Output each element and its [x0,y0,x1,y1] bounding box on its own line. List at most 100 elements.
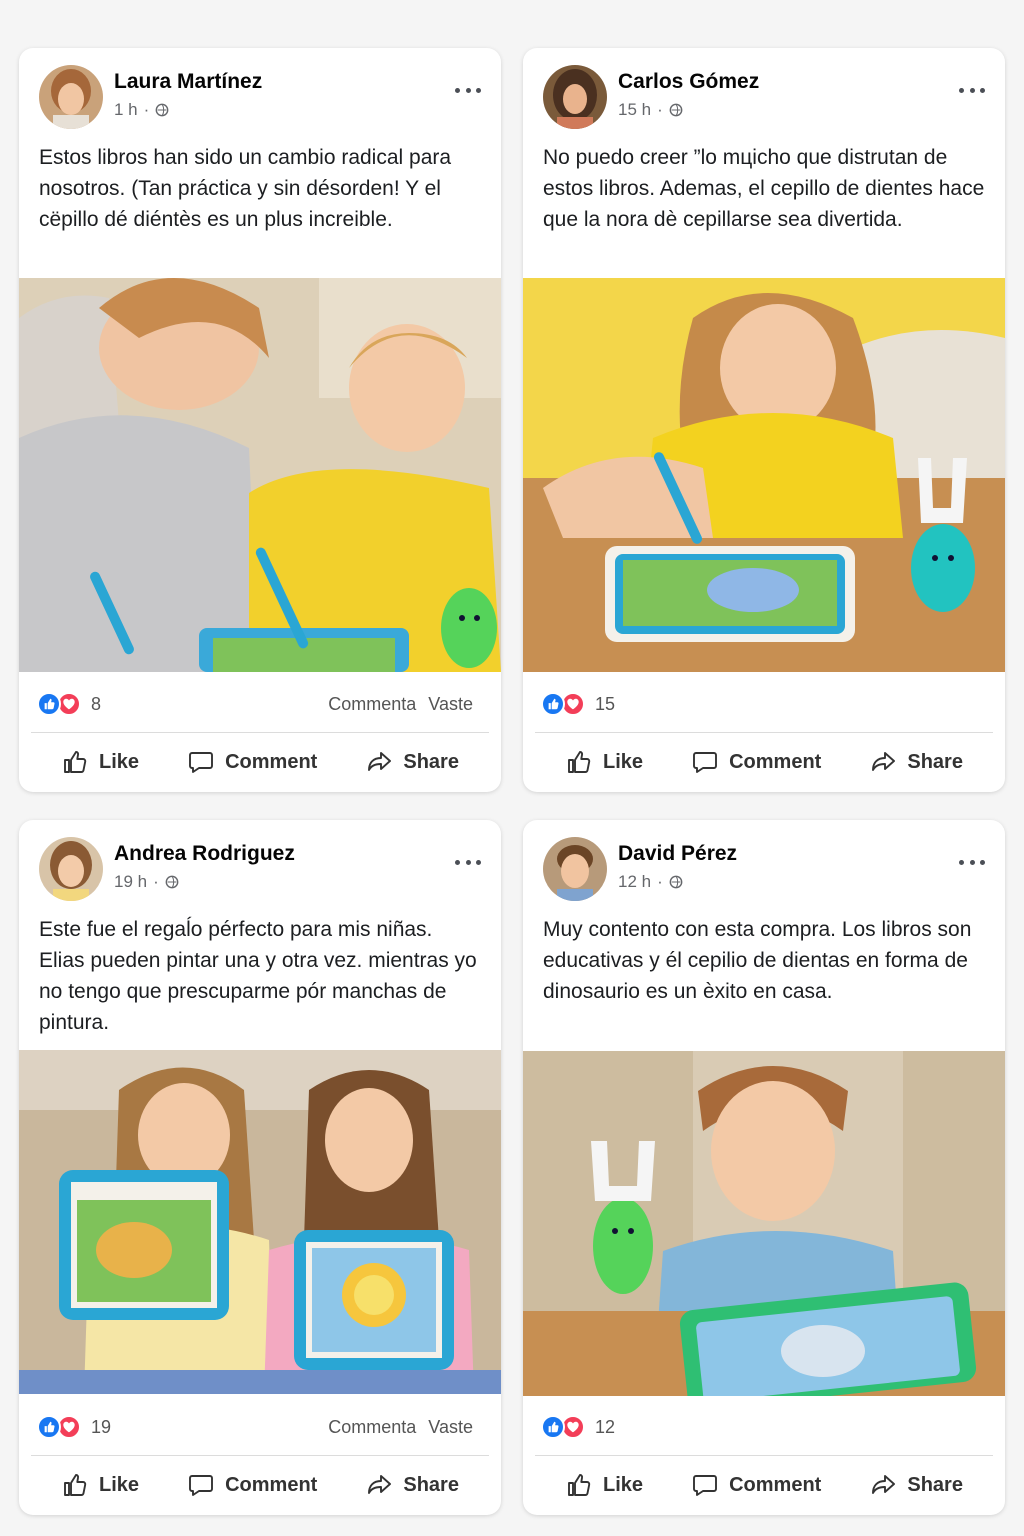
comment-count-link[interactable]: Commenta [328,1417,416,1438]
post-card: David Pérez 12 h · Muy contento con esta … [523,820,1005,1515]
reaction-count[interactable]: 15 [595,694,615,715]
like-label: Like [603,750,644,773]
comment-label: Comment [225,1473,318,1496]
post-actions: Like Comment Share [523,734,1005,790]
reaction-icons[interactable] [37,692,81,716]
reaction-count[interactable]: 12 [595,1417,615,1438]
post-meta: 12 h · [618,872,683,892]
share-label: Share [403,1473,459,1496]
avatar[interactable] [543,65,607,129]
post-meta: 1 h · [114,100,169,120]
avatar[interactable] [39,837,103,901]
divider [535,1455,993,1456]
avatar[interactable] [39,65,103,129]
more-options-button[interactable] [959,80,985,100]
post-card: Andrea Rodriguez 19 h · Este fue el regaĺ… [19,820,501,1515]
post-header: Andrea Rodriguez 19 h · [19,820,501,906]
like-label: Like [99,1473,140,1496]
post-header: David Pérez 12 h · [523,820,1005,906]
reaction-count[interactable]: 19 [91,1417,111,1438]
share-icon [368,1475,392,1494]
post-actions: Like Comment Share [19,1457,501,1513]
reaction-icons[interactable] [37,1415,81,1439]
like-button[interactable]: Like [61,748,139,776]
post-time[interactable]: 15 h [618,100,651,120]
reaction-stats: 12 [541,1412,977,1442]
reaction-stats: 8 Commenta Vaste [37,689,473,719]
like-reaction-icon [541,1415,565,1439]
like-button[interactable]: Like [565,748,643,776]
post-header: Laura Martínez 1 h · [19,48,501,134]
post-text: No puedo creer ”lo mцicho que distrutan … [543,146,985,231]
comment-icon [693,752,718,773]
post-time[interactable]: 1 h [114,100,138,120]
thumbs-up-icon [64,1474,87,1496]
globe-icon [155,103,169,117]
comment-button[interactable]: Comment [187,1471,317,1499]
reaction-stats: 19 Commenta Vaste [37,1412,473,1442]
comment-label: Comment [225,750,318,773]
reaction-count[interactable]: 8 [91,694,101,715]
like-button[interactable]: Like [61,1471,139,1499]
post-time[interactable]: 19 h [114,872,147,892]
thumbs-up-icon [568,751,591,773]
post-photo[interactable] [523,278,1005,672]
post-photo[interactable] [19,1050,501,1394]
comment-count-link[interactable]: Commenta [328,694,416,715]
share-button[interactable]: Share [365,748,459,776]
author-name[interactable]: David Pérez [618,842,737,866]
author-name[interactable]: Carlos Gómez [618,70,759,94]
post-text: Muy contento con esta compra. Los libros… [543,918,972,1003]
author-name[interactable]: Laura Martínez [114,70,262,94]
more-options-button[interactable] [959,852,985,872]
share-button[interactable]: Share [869,1471,963,1499]
post-text: Estos libros han sido un cambio radical … [39,146,452,231]
post-header: Carlos Gómez 15 h · [523,48,1005,134]
avatar[interactable] [543,837,607,901]
share-label: Share [907,750,963,773]
globe-icon [669,103,683,117]
reaction-stats: 15 [541,689,977,719]
post-time[interactable]: 12 h [618,872,651,892]
post-photo[interactable] [19,278,501,672]
like-button[interactable]: Like [565,1471,643,1499]
post-photo[interactable] [523,1051,1005,1396]
globe-icon [669,875,683,889]
comment-button[interactable]: Comment [691,748,821,776]
like-reaction-icon [37,1415,61,1439]
post-text: Este fue el regaĺo pérfecto para mis niñ… [39,918,477,1034]
author-name[interactable]: Andrea Rodriguez [114,842,295,866]
comment-icon [693,1475,718,1496]
like-reaction-icon [37,692,61,716]
post-meta: 15 h · [618,100,683,120]
post-actions: Like Comment Share [19,734,501,790]
like-reaction-icon [541,692,565,716]
like-label: Like [603,1473,644,1496]
share-count-link[interactable]: Vaste [428,1417,473,1438]
share-button[interactable]: Share [869,748,963,776]
share-icon [368,752,392,771]
reaction-icons[interactable] [541,692,585,716]
more-options-button[interactable] [455,80,481,100]
share-label: Share [403,750,459,773]
divider [535,732,993,733]
thumbs-up-icon [568,1474,591,1496]
post-card: Laura Martínez 1 h · Estos libros han sid… [19,48,501,792]
share-icon [872,1475,896,1494]
post-card: Carlos Gómez 15 h · No puedo creer ”lo mц… [523,48,1005,792]
comment-label: Comment [729,750,822,773]
share-icon [872,752,896,771]
post-meta: 19 h · [114,872,179,892]
post-actions: Like Comment Share [523,1457,1005,1513]
comment-label: Comment [729,1473,822,1496]
comment-button[interactable]: Comment [187,748,317,776]
more-options-button[interactable] [455,852,481,872]
share-button[interactable]: Share [365,1471,459,1499]
divider [31,732,489,733]
like-label: Like [99,750,140,773]
share-count-link[interactable]: Vaste [428,694,473,715]
comment-button[interactable]: Comment [691,1471,821,1499]
thumbs-up-icon [64,751,87,773]
reaction-icons[interactable] [541,1415,585,1439]
share-label: Share [907,1473,963,1496]
